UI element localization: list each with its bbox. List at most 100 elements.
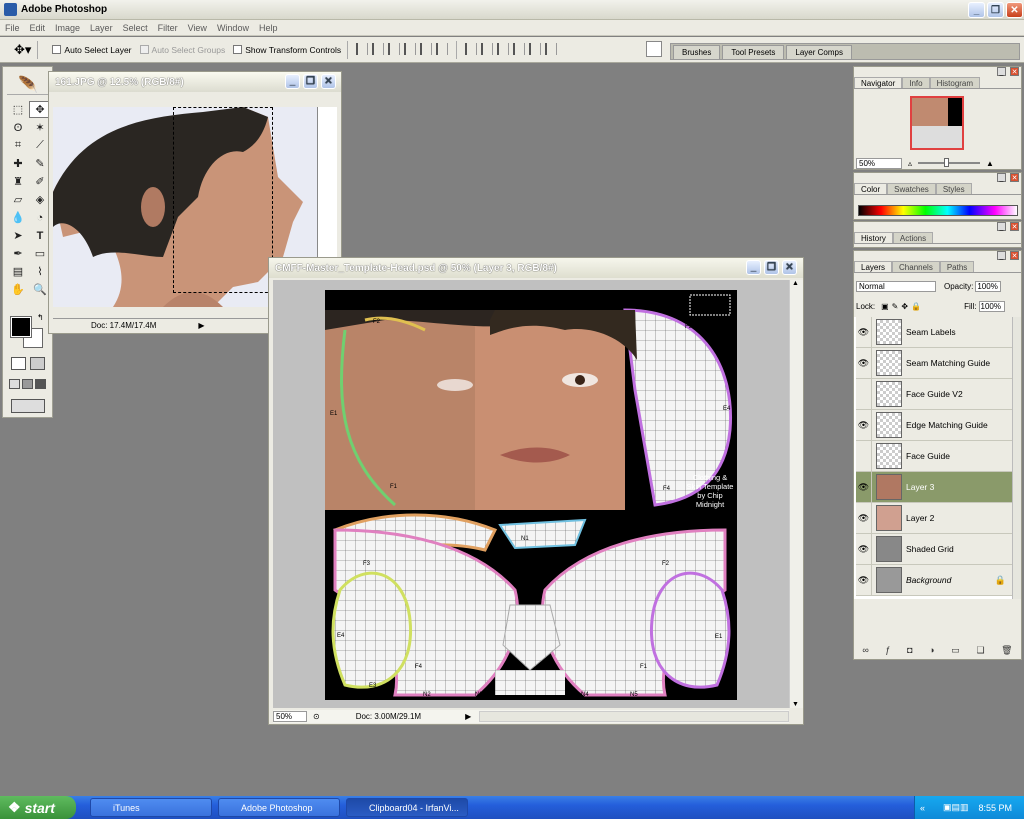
tab-info[interactable]: Info (902, 77, 930, 88)
auto-select-layer-checkbox[interactable]: Auto Select Layer (52, 45, 132, 55)
taskbar-button-irfanview[interactable]: Clipboard04 - IrfanVi... (346, 798, 468, 817)
quick-mask-icon[interactable] (30, 357, 45, 370)
panel-minimize-button[interactable]: _ (997, 67, 1006, 76)
doc-close-button[interactable]: ✕ (321, 74, 336, 89)
tab-layers[interactable]: Layers (854, 261, 893, 272)
pen-tool-icon[interactable]: ✒ (7, 245, 29, 262)
menu-select[interactable]: Select (118, 23, 153, 33)
menu-layer[interactable]: Layer (85, 23, 118, 33)
layer-row[interactable]: 👁 Edge Matching Guide (856, 409, 1012, 441)
navigator-zoom-field[interactable]: 50% (856, 157, 902, 169)
tab-color[interactable]: Color (854, 183, 888, 194)
tray-icons[interactable]: ▣▤▥ (943, 802, 969, 813)
menu-window[interactable]: Window (212, 23, 254, 33)
scroll-up-arrow[interactable]: ▲ (792, 280, 799, 287)
distribute-buttons[interactable] (463, 42, 559, 57)
feather-logo-icon[interactable]: 🪶 (7, 75, 49, 95)
swap-colors-icon[interactable]: ↰ (37, 313, 44, 322)
tab-paths[interactable]: Paths (939, 261, 975, 272)
menu-filter[interactable]: Filter (153, 23, 183, 33)
delete-layer-icon[interactable]: 🗑 (1001, 645, 1012, 656)
menu-help[interactable]: Help (254, 23, 283, 33)
layer-row[interactable]: 👁 Seam Labels (856, 316, 1012, 348)
close-button[interactable]: ✕ (1006, 2, 1023, 18)
well-tab-layer-comps[interactable]: Layer Comps (786, 45, 852, 59)
doc-maximize-button[interactable]: ❐ (303, 74, 318, 89)
tab-channels[interactable]: Channels (892, 261, 940, 272)
menu-file[interactable]: File (0, 23, 25, 33)
add-mask-icon[interactable]: ◘ (907, 645, 912, 655)
doc-maximize-button[interactable]: ❐ (764, 260, 779, 275)
zoom-out-icon[interactable]: ▵ (908, 159, 912, 168)
horizontal-scrollbar[interactable] (479, 711, 789, 722)
layer-row[interactable]: 👁 Layer 2 (856, 502, 1012, 534)
link-icon[interactable]: ∞ (862, 645, 868, 655)
doc2-zoom[interactable]: 50% (273, 711, 307, 722)
navigator-thumbnail[interactable] (910, 96, 964, 150)
tab-swatches[interactable]: Swatches (887, 183, 936, 194)
eye-icon[interactable]: 👁 (856, 502, 872, 534)
status-options-icon[interactable]: ⊙ (313, 712, 320, 721)
color-spectrum-bar[interactable] (858, 205, 1018, 216)
status-menu-arrow[interactable]: ▶ (465, 712, 471, 721)
standard-mode-icon[interactable] (11, 357, 26, 370)
tab-navigator[interactable]: Navigator (854, 77, 903, 88)
eraser-tool-icon[interactable]: ▱ (7, 191, 29, 208)
template-workspace[interactable]: F2 F3 E1 E4 F1 F4 N1 H1 H1 F3 F2 E4 E1 E… (273, 280, 803, 708)
screen-mode-icons[interactable] (9, 379, 46, 389)
align-buttons[interactable] (354, 42, 450, 57)
eye-icon[interactable]: 👁 (856, 316, 872, 348)
auto-select-groups-checkbox[interactable]: Auto Select Groups (139, 45, 225, 55)
zoom-in-icon[interactable]: ▲ (986, 159, 994, 168)
tab-histogram[interactable]: Histogram (929, 77, 981, 88)
doc-close-button[interactable]: ✕ (782, 260, 797, 275)
move-tool-preset-icon[interactable]: ✥▾ (14, 42, 31, 58)
document-titlebar[interactable]: CMFF-Master_Template-Head.psd @ 50% (Lay… (269, 258, 803, 278)
zoom-slider[interactable] (918, 158, 981, 167)
template-canvas[interactable]: F2 F3 E1 E4 F1 F4 N1 H1 H1 F3 F2 E4 E1 E… (325, 290, 737, 700)
taskbar-button-photoshop[interactable]: Adobe Photoshop (218, 798, 340, 817)
marquee-tool-icon[interactable]: ⬚ (7, 101, 29, 118)
tab-styles[interactable]: Styles (935, 183, 972, 194)
document-titlebar[interactable]: 161.JPG @ 12.5% (RGB/8#) _ ❐ ✕ (49, 72, 341, 92)
hand-tool-icon[interactable]: ✋ (7, 281, 29, 298)
layer-style-icon[interactable]: ƒ (885, 645, 890, 655)
doc-minimize-button[interactable]: _ (746, 260, 761, 275)
eye-toggle-hidden[interactable] (856, 440, 872, 472)
well-tab-brushes[interactable]: Brushes (673, 45, 721, 59)
clone-stamp-tool-icon[interactable]: ♜ (7, 173, 29, 190)
status-menu-arrow[interactable]: ▶ (198, 321, 204, 330)
lock-icons[interactable]: ▣✎✥🔒 (881, 302, 924, 311)
eye-icon[interactable]: 👁 (856, 564, 872, 596)
taskbar-button-itunes[interactable]: iTunes (90, 798, 212, 817)
path-selection-tool-icon[interactable]: ➤ (7, 227, 29, 244)
crop-tool-icon[interactable]: ⌗ (7, 137, 29, 154)
eye-icon[interactable]: 👁 (856, 533, 872, 565)
menu-view[interactable]: View (183, 23, 212, 33)
layer-row[interactable]: Face Guide (856, 440, 1012, 472)
document-window-template[interactable]: CMFF-Master_Template-Head.psd @ 50% (Lay… (268, 257, 804, 725)
panel-close-button[interactable]: ✕ (1010, 67, 1019, 76)
eye-icon[interactable]: 👁 (856, 471, 872, 503)
blur-tool-icon[interactable]: 💧 (7, 209, 29, 226)
new-layer-icon[interactable]: ❑ (976, 645, 984, 656)
panel-minimize-button[interactable]: _ (997, 222, 1006, 231)
blend-mode-select[interactable]: Normal (856, 280, 936, 292)
jump-to-imageready-icon[interactable] (11, 399, 45, 413)
doc-minimize-button[interactable]: _ (285, 74, 300, 89)
file-browser-icon[interactable] (646, 41, 662, 57)
panel-close-button[interactable]: ✕ (1010, 173, 1019, 182)
eye-icon[interactable]: 👁 (856, 347, 872, 379)
new-group-icon[interactable]: ▭ (951, 645, 960, 656)
layer-row[interactable]: Face Guide V2 (856, 378, 1012, 410)
layer-row[interactable]: 👁 Background 🔒 (856, 564, 1012, 596)
maximize-button[interactable]: ❐ (987, 2, 1004, 18)
adjustment-layer-icon[interactable]: ◑ (929, 645, 934, 655)
menu-image[interactable]: Image (50, 23, 85, 33)
menu-edit[interactable]: Edit (25, 23, 51, 33)
vertical-scrollbar[interactable]: ▲ ▼ (789, 280, 803, 708)
panel-minimize-button[interactable]: _ (997, 251, 1006, 260)
show-transform-controls-checkbox[interactable]: Show Transform Controls (233, 45, 341, 55)
layer-row-selected[interactable]: 👁 Layer 3 (856, 471, 1012, 503)
eye-icon[interactable]: 👁 (856, 409, 872, 441)
